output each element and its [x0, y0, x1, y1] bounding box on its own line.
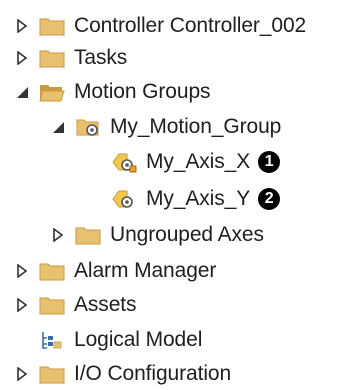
expand-chevron-icon[interactable] [14, 263, 30, 279]
tree-item-label: My_Axis_Y [146, 187, 251, 210]
tree-item-label: My_Motion_Group [110, 115, 282, 138]
folder-icon [38, 294, 66, 316]
expand-chevron-icon[interactable] [14, 50, 30, 66]
tree-item-label: Ungrouped Axes [110, 223, 264, 246]
tree-item-my-motion-group[interactable]: My_Motion_Group [50, 113, 281, 141]
callout-badge: 1 [258, 151, 281, 173]
tree-item-my-axis-y[interactable]: My_Axis_Y 2 [110, 185, 281, 213]
tree-item-label: Motion Groups [74, 80, 211, 103]
folder-icon [74, 224, 102, 246]
collapse-chevron-icon[interactable] [50, 119, 66, 135]
tree-item-label: Controller Controller_002 [74, 14, 307, 37]
tree-item-controller[interactable]: Controller Controller_002 [14, 12, 306, 40]
expand-chevron-icon[interactable] [50, 227, 66, 243]
collapse-chevron-icon[interactable] [14, 84, 30, 100]
tree-item-logical-model[interactable]: Logical Model [38, 326, 202, 354]
tree-item-alarm-manager[interactable]: Alarm Manager [14, 257, 216, 285]
tree-item-io-configuration[interactable]: I/O Configuration [14, 360, 231, 388]
tree-item-label: Tasks [74, 46, 128, 69]
project-organizer-tree: Controller Controller_002 Tasks Motion G… [0, 0, 337, 390]
expand-chevron-icon[interactable] [14, 297, 30, 313]
tree-item-assets[interactable]: Assets [14, 291, 137, 319]
motion-group-icon [74, 116, 102, 138]
expand-chevron-icon[interactable] [14, 18, 30, 34]
tree-item-tasks[interactable]: Tasks [14, 44, 127, 72]
folder-icon [38, 363, 66, 385]
logical-model-icon [38, 329, 66, 351]
tree-item-motion-groups[interactable]: Motion Groups [14, 78, 211, 106]
axis-icon [110, 188, 138, 210]
tree-item-label: Assets [74, 293, 137, 316]
expand-chevron-icon[interactable] [14, 366, 30, 382]
folder-icon [38, 15, 66, 37]
folder-icon [38, 260, 66, 282]
tree-item-label: Alarm Manager [74, 259, 217, 282]
tree-item-label: Logical Model [74, 328, 203, 351]
tree-item-ungrouped-axes[interactable]: Ungrouped Axes [50, 221, 264, 249]
tree-item-my-axis-x[interactable]: My_Axis_X 1 [110, 148, 281, 176]
callout-badge: 2 [258, 188, 281, 210]
folder-icon [38, 47, 66, 69]
open-folder-icon [38, 81, 66, 103]
tree-item-label: My_Axis_X [146, 150, 251, 173]
tree-item-label: I/O Configuration [74, 362, 232, 385]
axis-warning-icon [110, 151, 138, 173]
